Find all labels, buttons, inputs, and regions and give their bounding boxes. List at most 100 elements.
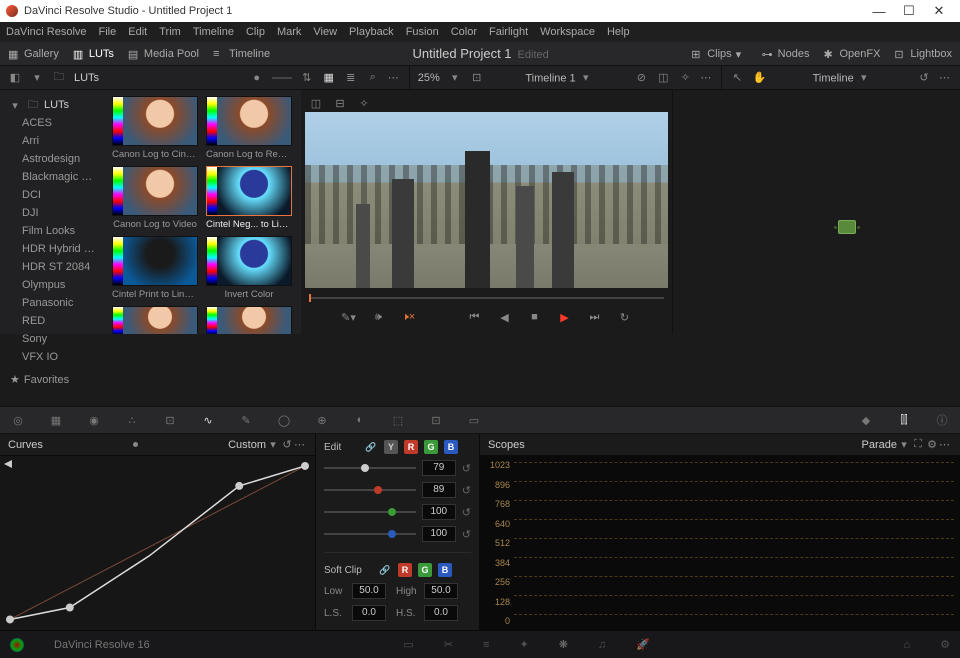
curves-mode[interactable]: Custom [228,439,266,451]
g-slider[interactable] [324,511,416,513]
tracker-icon[interactable]: ⊕ [314,412,330,428]
lut-folder-item[interactable]: Arri [0,132,106,150]
color-page-icon[interactable]: ❋ [559,638,568,651]
color-wheels-icon[interactable]: ◉ [86,412,102,428]
minimize-button[interactable]: — [864,4,894,19]
key-icon[interactable]: ⬚ [390,412,406,428]
split-icon[interactable]: ⊟ [333,96,347,110]
lut-thumb[interactable]: Canon Log to Rec709 [206,96,292,160]
highlight-icon[interactable]: ✧ [678,71,692,85]
lut-folder-item[interactable]: Panasonic [0,294,106,312]
mediapool-button[interactable]: ▤Media Pool [128,48,199,60]
stop-icon[interactable]: ■ [528,310,542,324]
lut-folder-item[interactable]: ACES [0,114,106,132]
link-icon[interactable]: 🔗 [378,563,392,577]
chevron-down-icon[interactable]: ▾ [448,71,462,85]
play-icon[interactable]: ▶ [558,310,572,324]
lut-thumb[interactable]: Canon Log to Video [112,166,198,230]
softclip-b-button[interactable]: B [438,563,452,577]
channel-g-button[interactable]: G [424,440,438,454]
blur-icon[interactable]: ◐ [352,412,368,428]
sort-icon[interactable]: ⇅ [300,71,314,85]
list-view-icon[interactable]: ≣ [344,71,358,85]
softclip-ls[interactable]: 0.0 [352,605,386,621]
fusion-page-icon[interactable]: ✦ [519,638,528,651]
clips-button[interactable]: ⊞Clips▾ [691,48,747,60]
info-icon[interactable]: ⓘ [934,412,950,428]
loop-icon[interactable]: ↻ [618,310,632,324]
curves-icon[interactable]: ∿ [200,412,216,428]
chevron-down-icon[interactable]: ▾ [30,71,44,85]
sidebar-toggle-icon[interactable]: ◧ [8,71,22,85]
settings-icon[interactable]: ⚙ [925,438,939,452]
chevron-down-icon[interactable]: ▾ [857,71,871,85]
menu-timeline[interactable]: Timeline [193,26,234,38]
menu-edit[interactable]: Edit [128,26,147,38]
lut-folder-item[interactable]: Astrodesign [0,150,106,168]
curves-graph[interactable] [0,456,315,630]
qualifier-icon[interactable]: ✎ [238,412,254,428]
lut-folder-item[interactable]: Film Looks [0,222,106,240]
menu-trim[interactable]: Trim [159,26,181,38]
close-button[interactable]: ✕ [924,3,954,19]
r-value[interactable]: 89 [422,482,456,498]
cut-page-icon[interactable]: ✂ [444,638,453,651]
project-settings-icon[interactable]: ⚙ [940,638,950,651]
b-value[interactable]: 100 [422,526,456,542]
lut-thumb[interactable]: Invert Color [206,236,292,300]
lut-favorites[interactable]: ★Favorites [0,370,106,389]
softclip-r-button[interactable]: R [398,563,412,577]
lut-folder-item[interactable]: Sony [0,330,106,348]
expand-icon[interactable]: ⛶ [911,438,925,452]
lut-thumb[interactable] [112,306,198,334]
deliver-page-icon[interactable]: 🚀 [636,638,650,651]
openfx-button[interactable]: ✱OpenFX [823,48,880,60]
unmute-icon[interactable]: 🕪 [372,310,386,324]
reset-icon[interactable]: ↺ [462,484,471,497]
lut-folder-item[interactable]: Olympus [0,276,106,294]
sizing-icon[interactable]: ⊡ [428,412,444,428]
softclip-low[interactable]: 50.0 [352,583,386,599]
home-icon[interactable]: ⌂ [903,639,910,651]
chevron-down-icon[interactable]: ▾ [8,98,22,112]
softclip-high[interactable]: 50.0 [424,583,458,599]
eyedropper-icon[interactable]: ✎▾ [342,310,356,324]
chevron-down-icon[interactable]: ▾ [266,438,280,452]
lut-folder-item[interactable]: HDR Hybrid Log-Gamma [0,240,106,258]
rgb-mixer-icon[interactable]: ∴ [124,412,140,428]
chevron-down-icon[interactable]: ▾ [579,71,593,85]
reset-icon[interactable]: ↺ [917,71,931,85]
lut-folder-item[interactable]: RED [0,312,106,330]
lut-thumb[interactable]: Cintel Print to Linear [112,236,198,300]
y-slider[interactable] [324,467,416,469]
mute-icon[interactable]: 🕨× [402,310,416,324]
next-frame-icon[interactable]: ⏭ [588,310,602,324]
channel-y-button[interactable]: Y [384,440,398,454]
luts-button[interactable]: ▥LUTs [73,48,114,60]
reset-icon[interactable]: ↺ [462,506,471,519]
lut-folder-item[interactable]: Blackmagic Design [0,168,106,186]
b-slider[interactable] [324,533,416,535]
3d-icon[interactable]: ▭ [466,412,482,428]
lut-folder-item[interactable]: DJI [0,204,106,222]
nodes-button[interactable]: ⊶Nodes [762,48,810,60]
hand-icon[interactable]: ✋ [752,71,766,85]
viewer-options-button[interactable]: ⋯ [700,71,713,84]
motion-effects-icon[interactable]: ⊡ [162,412,178,428]
viewer-image[interactable] [305,112,668,288]
node-1[interactable] [838,220,856,234]
y-value[interactable]: 79 [422,460,456,476]
reset-icon[interactable]: ↺ [462,462,471,475]
timeline-name[interactable]: Timeline 1 [525,72,575,84]
menu-playback[interactable]: Playback [349,26,394,38]
search-icon[interactable]: ⌕ [366,71,380,85]
luts-options-button[interactable]: ⋯ [388,71,401,84]
edit-page-icon[interactable]: ≡ [483,639,489,651]
maximize-button[interactable]: ☐ [894,3,924,19]
menu-mark[interactable]: Mark [277,26,301,38]
softclip-hs[interactable]: 0.0 [424,605,458,621]
window-icon[interactable]: ◯ [276,412,292,428]
reset-icon[interactable]: ↺ [462,528,471,541]
gallery-button[interactable]: ▦Gallery [8,48,59,60]
prev-frame-icon[interactable]: ◀ [498,310,512,324]
